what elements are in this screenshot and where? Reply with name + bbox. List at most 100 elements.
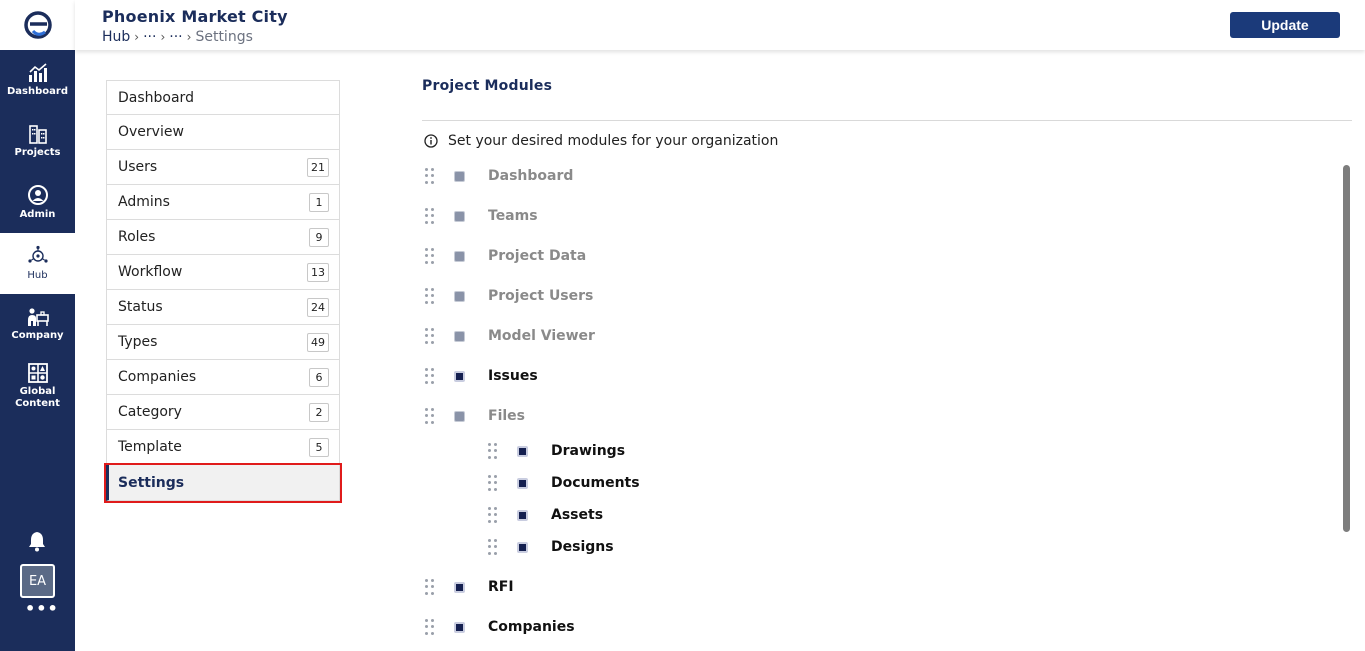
notifications-button[interactable] — [26, 530, 48, 556]
rail-item-label: Global Content — [15, 385, 60, 409]
drag-handle-icon[interactable] — [488, 507, 498, 523]
module-checkbox[interactable] — [517, 541, 528, 553]
module-row[interactable]: Model Viewer — [425, 326, 595, 346]
drag-handle-icon[interactable] — [425, 168, 435, 184]
module-checkbox[interactable] — [454, 330, 465, 342]
drag-handle-icon[interactable] — [425, 288, 435, 304]
grip-dot — [431, 174, 434, 178]
module-row[interactable]: RFI — [425, 577, 514, 597]
module-row[interactable]: Designs — [488, 537, 614, 557]
grip-dot — [494, 487, 497, 491]
module-row[interactable]: Teams — [425, 206, 538, 226]
module-checkbox[interactable] — [517, 477, 528, 489]
grip-dot — [431, 180, 434, 184]
update-button[interactable]: Update — [1230, 12, 1340, 38]
module-row[interactable]: Companies — [425, 617, 575, 637]
grip-dot — [488, 475, 491, 478]
drag-handle-icon[interactable] — [425, 408, 435, 424]
subnav-item-admins[interactable]: Admins 1 — [106, 185, 340, 220]
module-checkbox[interactable] — [454, 290, 465, 302]
subnav-item-settings[interactable]: Settings — [104, 463, 342, 503]
grip-dot — [494, 539, 497, 542]
drag-handle-icon[interactable] — [488, 475, 498, 491]
drag-handle-icon[interactable] — [425, 328, 435, 344]
project-modules-panel: Project Modules Set your desired modules… — [422, 78, 1352, 635]
grip-dot — [431, 214, 434, 218]
grip-dot — [488, 443, 491, 446]
grip-dot — [425, 414, 428, 418]
breadcrumb-hub[interactable]: Hub — [102, 29, 130, 45]
module-row[interactable]: Dashboard — [425, 166, 573, 186]
grip-dot — [494, 551, 497, 555]
module-row[interactable]: Project Data — [425, 246, 586, 266]
module-checkbox[interactable] — [517, 445, 528, 457]
drag-handle-icon[interactable] — [425, 248, 435, 264]
subnav-item-category[interactable]: Category 2 — [106, 395, 340, 430]
grip-dot — [431, 420, 434, 424]
subnav-item-template[interactable]: Template 5 — [106, 430, 340, 465]
breadcrumb-ellipsis-1[interactable]: ··· — [143, 29, 156, 45]
grip-dot — [488, 481, 491, 485]
rail-item-label: Company — [11, 330, 64, 341]
module-row[interactable]: Issues — [425, 366, 538, 386]
module-label: Companies — [488, 619, 575, 635]
avatar[interactable]: EA — [20, 564, 55, 598]
module-checkbox[interactable] — [454, 410, 465, 422]
grip-dot — [431, 585, 434, 589]
module-checkbox[interactable] — [454, 210, 465, 222]
grip-dot — [425, 248, 428, 251]
grip-dot — [425, 294, 428, 298]
module-row[interactable]: Assets — [488, 505, 603, 525]
subnav-item-dashboard[interactable]: Dashboard — [106, 80, 340, 115]
subnav-item-label: Settings — [118, 474, 185, 491]
grip-dot — [425, 168, 428, 171]
drag-handle-icon[interactable] — [425, 619, 435, 635]
module-label: Drawings — [551, 443, 626, 459]
subnav-item-status[interactable]: Status 24 — [106, 290, 340, 325]
module-row[interactable]: Drawings — [488, 441, 625, 461]
subnav-item-roles[interactable]: Roles 9 — [106, 220, 340, 255]
breadcrumb-ellipsis-2[interactable]: ··· — [169, 29, 182, 45]
module-checkbox[interactable] — [454, 170, 465, 182]
hub-subnav: Dashboard Overview Users 21 Admins 1 Rol… — [104, 80, 342, 503]
rail-item-company[interactable]: Company — [0, 294, 75, 355]
module-checkbox[interactable] — [454, 581, 465, 593]
module-checkbox[interactable] — [517, 509, 528, 521]
module-label: Files — [488, 408, 525, 424]
subnav-item-overview[interactable]: Overview — [106, 115, 340, 150]
drag-handle-icon[interactable] — [488, 443, 498, 459]
subnav-item-companies[interactable]: Companies 6 — [106, 360, 340, 395]
grip-dot — [494, 443, 497, 446]
drag-handle-icon[interactable] — [425, 579, 435, 595]
grip-dot — [488, 455, 491, 459]
rail-item-hub[interactable]: Hub — [0, 233, 75, 294]
drag-handle-icon[interactable] — [425, 208, 435, 224]
module-row[interactable]: Files — [425, 406, 525, 426]
rail-item-global-content[interactable]: Global Content — [0, 355, 75, 417]
grip-dot — [425, 408, 428, 411]
drag-handle-icon[interactable] — [488, 539, 498, 555]
subnav-item-workflow[interactable]: Workflow 13 — [106, 255, 340, 290]
grip-dot — [494, 519, 497, 523]
rail-item-label: Admin — [19, 209, 56, 220]
module-checkbox[interactable] — [454, 370, 465, 382]
drag-handle-icon[interactable] — [425, 368, 435, 384]
rail-item-admin[interactable]: Admin — [0, 172, 75, 233]
rail-item-dashboard[interactable]: Dashboard — [0, 50, 75, 111]
subnav-item-users[interactable]: Users 21 — [106, 150, 340, 185]
module-checkbox[interactable] — [454, 621, 465, 633]
subnav-item-label: Status — [118, 299, 163, 315]
subnav-item-types[interactable]: Types 49 — [106, 325, 340, 360]
module-row[interactable]: Project Users — [425, 286, 593, 306]
scrollbar[interactable] — [1343, 165, 1350, 532]
grip-dot — [425, 631, 428, 635]
brand-logo[interactable] — [0, 0, 75, 50]
rail-item-projects[interactable]: Projects — [0, 111, 75, 172]
grip-dot — [431, 619, 434, 622]
grip-dot — [431, 368, 434, 371]
brand-logo-icon — [23, 11, 52, 39]
module-checkbox[interactable] — [454, 250, 465, 262]
module-row[interactable]: Documents — [488, 473, 640, 493]
rail-item-label: Hub — [27, 270, 48, 281]
more-icon[interactable]: ••• — [25, 601, 58, 617]
